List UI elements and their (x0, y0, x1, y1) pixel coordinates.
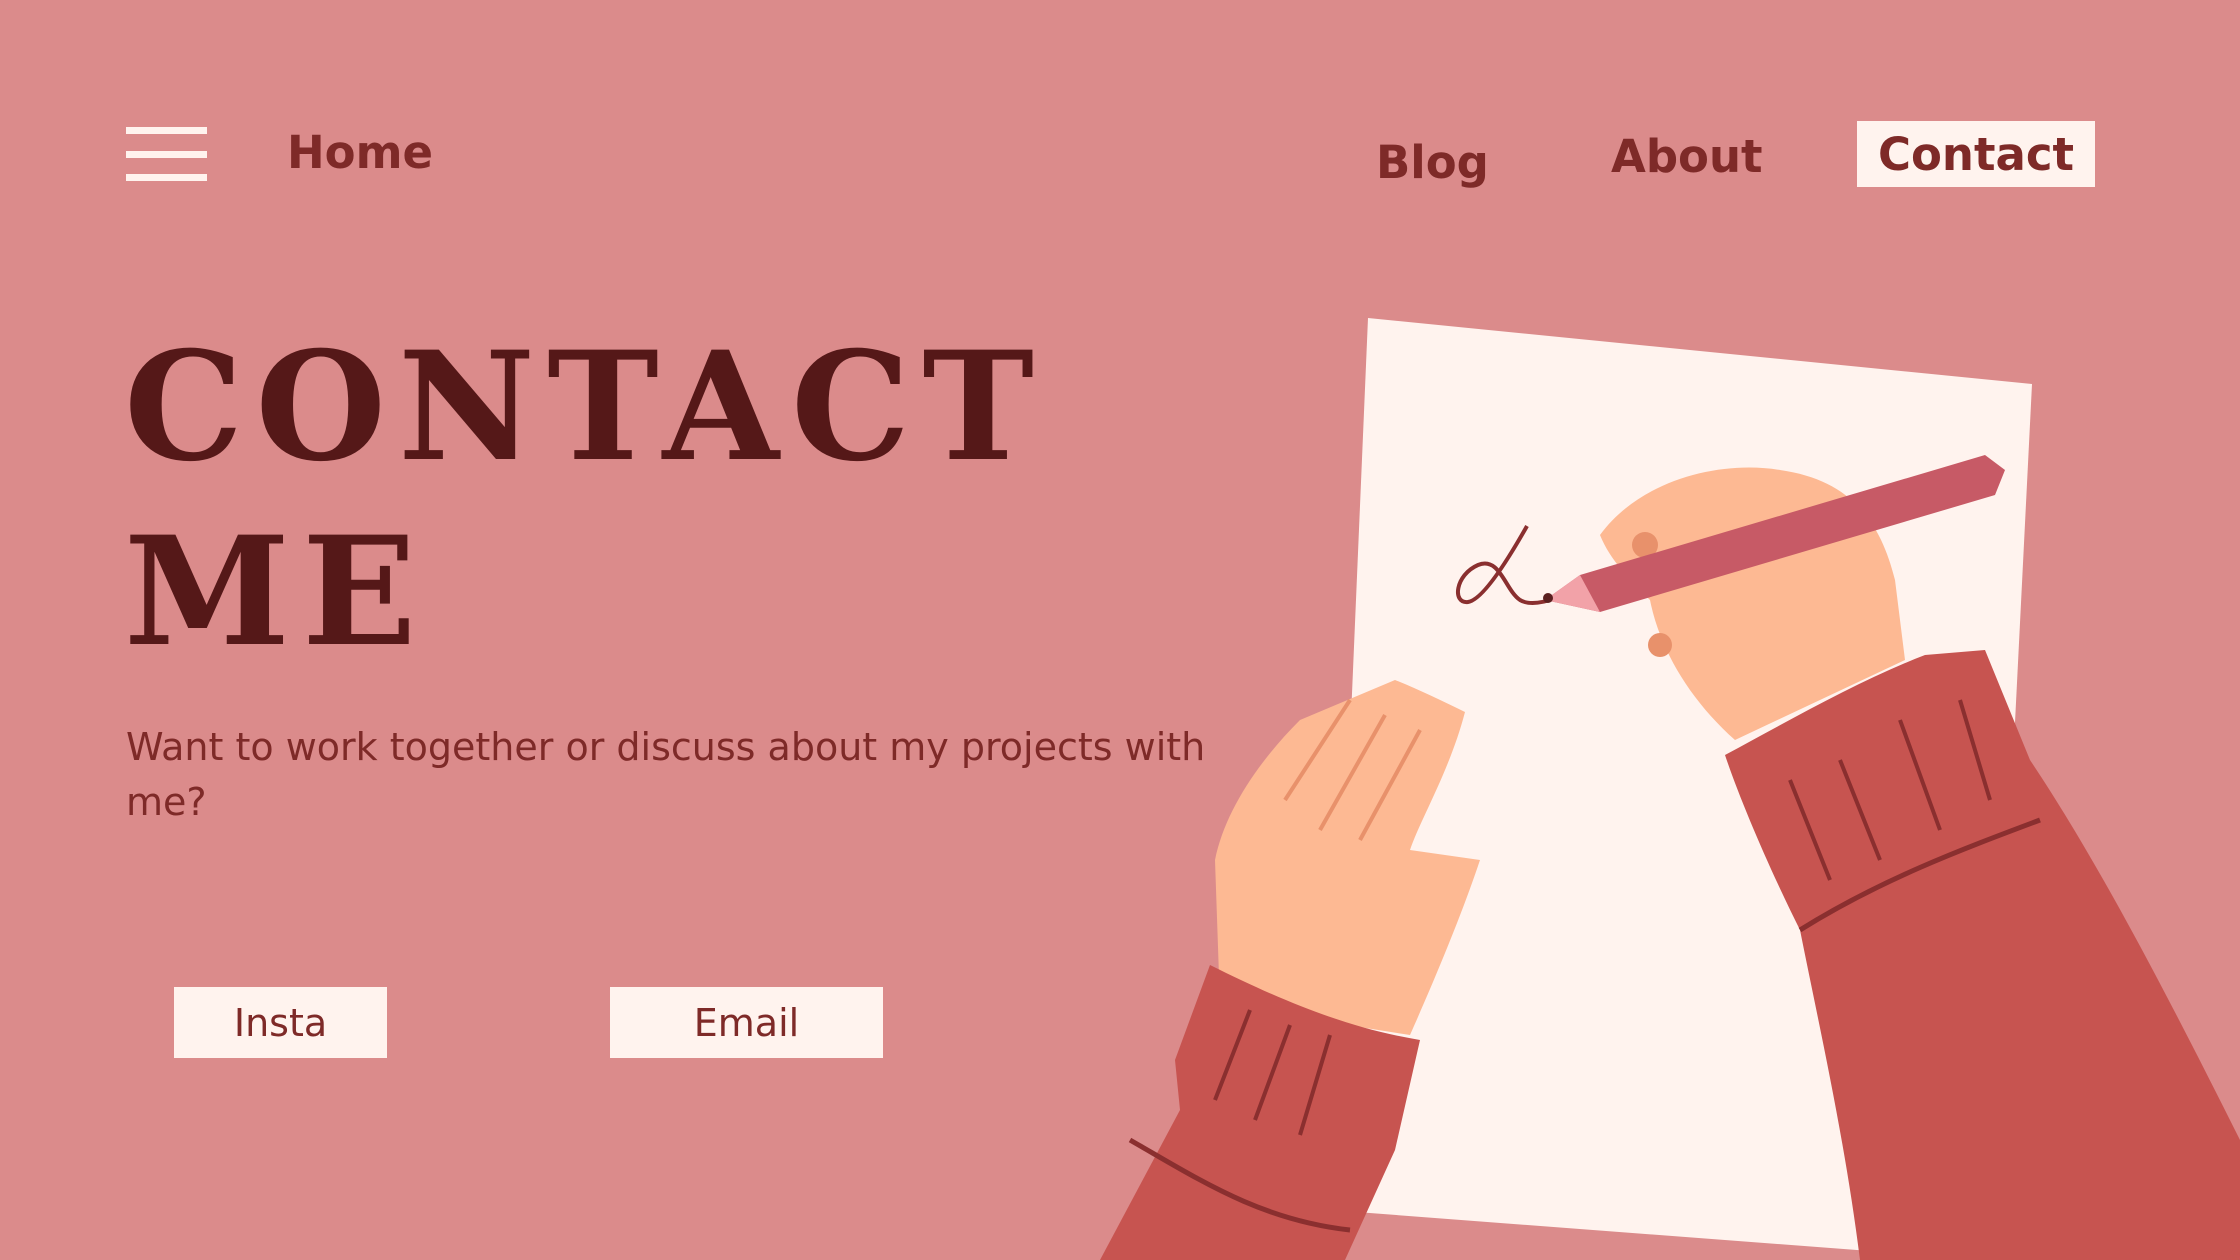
hamburger-menu-icon[interactable] (126, 127, 207, 183)
page-title-line-2: ME (124, 504, 429, 680)
paper-sheet (1330, 318, 2032, 1260)
page-subtitle: Want to work together or discuss about m… (126, 725, 1206, 824)
page-title: CONTACT ME (124, 315, 1104, 685)
handwriting-scribble (1456, 525, 1557, 606)
right-hand (1600, 467, 1905, 740)
email-button[interactable]: Email (610, 987, 883, 1058)
left-sleeve (1100, 965, 1420, 1260)
nav-contact-link[interactable]: Contact (1857, 121, 2095, 187)
page-title-line-1: CONTACT (124, 319, 1046, 495)
left-hand (1215, 680, 1480, 1035)
insta-button[interactable]: Insta (174, 987, 387, 1058)
nav-home-link[interactable]: Home (287, 126, 433, 179)
nav-blog-link[interactable]: Blog (1376, 136, 1489, 189)
pen (1545, 455, 2005, 612)
right-sleeve (1725, 650, 2240, 1260)
nav-about-link[interactable]: About (1611, 130, 1763, 183)
